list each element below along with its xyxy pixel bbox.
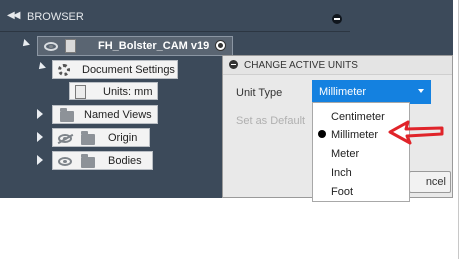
dropdown-option[interactable]: Centimeter (331, 111, 385, 123)
expand-triangle-icon[interactable] (20, 39, 30, 49)
cancel-button[interactable]: ncel (409, 171, 451, 193)
expand-triangle-icon[interactable] (37, 109, 43, 119)
dropdown-option[interactable]: Foot (331, 186, 353, 198)
dialog-title: CHANGE ACTIVE UNITS (244, 60, 358, 71)
double-chevron-left-icon[interactable]: ◀◀ (7, 10, 20, 21)
cancel-button-label: ncel (425, 176, 446, 188)
browser-title: BROWSER (27, 11, 84, 23)
dialog-title-bar: CHANGE ACTIVE UNITS (223, 56, 452, 75)
expand-triangle-icon[interactable] (37, 132, 43, 142)
units-label: Units: mm (103, 86, 153, 98)
tree-item-document-settings[interactable]: Document Settings (52, 60, 178, 79)
unit-type-select[interactable]: Millimeter (312, 80, 431, 104)
gear-icon (58, 64, 70, 76)
dropdown-option[interactable]: Meter (331, 148, 359, 160)
activate-radio-icon[interactable] (215, 40, 226, 51)
visibility-eye-icon[interactable] (58, 157, 72, 166)
unit-type-value: Millimeter (319, 86, 367, 98)
dropdown-option-selected[interactable]: Millimeter (331, 129, 378, 141)
collapse-panel-icon[interactable] (332, 14, 342, 24)
tree-item-origin[interactable]: Origin (52, 128, 150, 147)
visibility-eye-icon[interactable] (44, 42, 58, 51)
set-as-default-label: Set as Default (236, 115, 306, 127)
units-document-icon (75, 85, 86, 99)
tree-item-bodies[interactable]: Bodies (52, 151, 153, 170)
dropdown-option[interactable]: Inch (331, 167, 352, 179)
bodies-label: Bodies (108, 155, 142, 167)
canvas-edge (453, 0, 474, 259)
tree-root-node[interactable]: FH_Bolster_CAM v19 (37, 36, 233, 56)
folder-icon (60, 108, 74, 122)
chevron-down-icon (418, 89, 424, 93)
tree-item-units[interactable]: Units: mm (69, 82, 158, 100)
origin-label: Origin (108, 132, 138, 144)
vertical-divider (458, 0, 459, 259)
document-settings-label: Document Settings (82, 64, 175, 76)
selected-radio-icon (318, 130, 326, 138)
visibility-off-icon[interactable] (58, 134, 72, 143)
folder-icon (81, 154, 95, 168)
tree-item-named-views[interactable]: Named Views (52, 105, 158, 124)
divider (0, 31, 350, 32)
named-views-label: Named Views (84, 109, 152, 121)
annotation-arrow-icon (388, 120, 444, 145)
expand-triangle-icon[interactable] (37, 155, 43, 165)
root-label: FH_Bolster_CAM v19 (98, 40, 210, 52)
expand-triangle-icon[interactable] (36, 62, 46, 72)
collapse-dialog-icon[interactable] (229, 60, 238, 69)
unit-type-label: Unit Type (236, 87, 283, 99)
browser-header: ◀◀ BROWSER (0, 7, 350, 29)
document-icon (65, 39, 76, 53)
folder-icon (81, 131, 95, 145)
